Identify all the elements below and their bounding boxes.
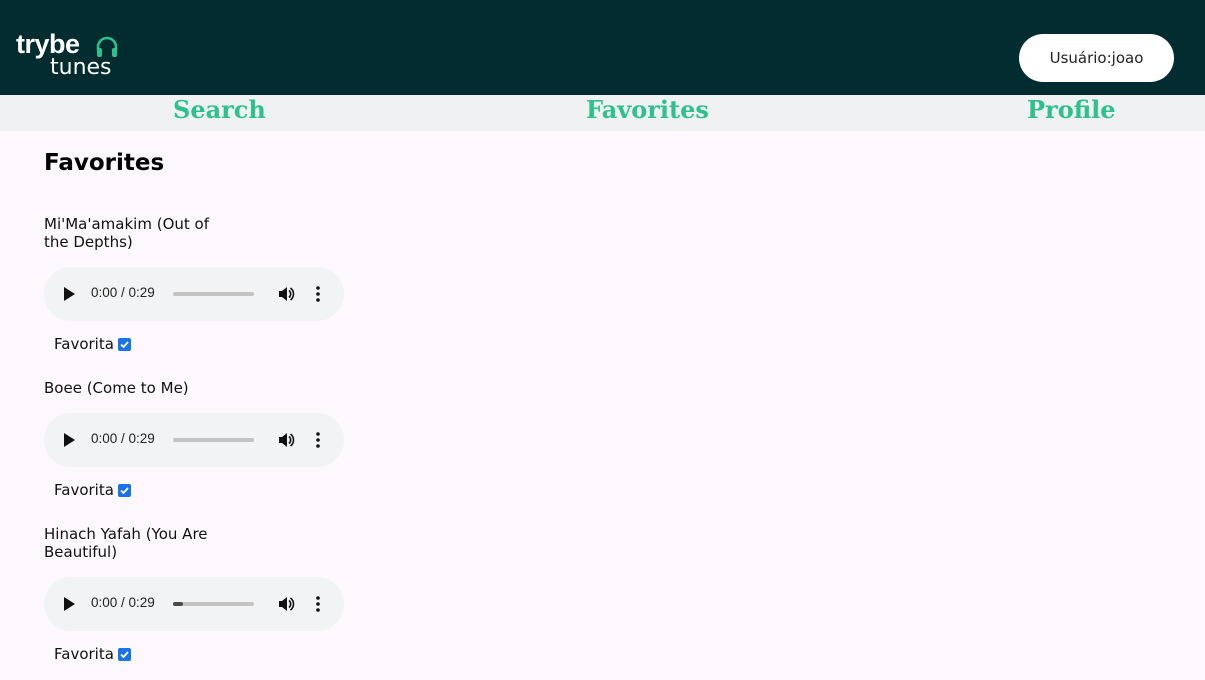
time-display: 0:00 / 0:29 — [91, 285, 155, 300]
more-vert-icon[interactable] — [316, 596, 320, 612]
track-name: Mi'Ma'amakim (Out of the Depths) — [44, 215, 209, 251]
time-display: 0:00 / 0:29 — [91, 431, 155, 446]
audio-player[interactable]: 0:00 / 0:29 — [44, 267, 344, 321]
favorite-checkbox-label[interactable]: Favorita — [54, 481, 131, 499]
app-header: trybe tunes Usuário:joao — [0, 0, 1205, 95]
volume-icon[interactable] — [277, 285, 295, 303]
nav-link-search[interactable]: Search — [173, 95, 266, 125]
time-display: 0:00 / 0:29 — [91, 595, 155, 610]
nav-link-profile[interactable]: Profile — [1027, 95, 1116, 125]
play-icon[interactable] — [64, 287, 75, 301]
track-card: Mi'Ma'amakim (Out of the Depths) 0:00 / … — [44, 215, 344, 353]
progress-slider[interactable] — [173, 602, 254, 606]
track-name: Boee (Come to Me) — [44, 379, 189, 397]
volume-icon[interactable] — [277, 431, 295, 449]
nav-link-favorites[interactable]: Favorites — [586, 95, 709, 125]
favorite-checkbox-label[interactable]: Favorita — [54, 645, 131, 663]
favorite-label: Favorita — [54, 481, 114, 499]
main-nav: Search Favorites Profile — [0, 95, 1205, 131]
favorite-checkbox-label[interactable]: Favorita — [54, 335, 131, 353]
volume-icon[interactable] — [277, 595, 295, 613]
favorite-checkbox[interactable] — [117, 337, 131, 351]
user-badge: Usuário:joao — [1019, 34, 1174, 82]
favorite-checkbox[interactable] — [117, 483, 131, 497]
audio-player[interactable]: 0:00 / 0:29 — [44, 413, 344, 467]
audio-player[interactable]: 0:00 / 0:29 — [44, 577, 344, 631]
track-card: Boee (Come to Me) 0:00 / 0:29 Favorita — [44, 379, 344, 499]
favorite-label: Favorita — [54, 645, 114, 663]
play-icon[interactable] — [64, 433, 75, 447]
more-vert-icon[interactable] — [316, 432, 320, 448]
page-title: Favorites — [44, 150, 165, 176]
favorite-checkbox[interactable] — [117, 647, 131, 661]
track-card: Hinach Yafah (You Are Beautiful) 0:00 / … — [44, 525, 344, 663]
more-vert-icon[interactable] — [316, 286, 320, 302]
favorite-label: Favorita — [54, 335, 114, 353]
play-icon[interactable] — [64, 597, 75, 611]
progress-slider[interactable] — [173, 292, 254, 296]
logo-text-tunes: tunes — [50, 55, 112, 80]
trybe-tunes-logo[interactable]: trybe tunes — [16, 29, 136, 83]
track-name: Hinach Yafah (You Are Beautiful) — [44, 525, 208, 561]
progress-fill — [173, 602, 183, 606]
progress-slider[interactable] — [173, 438, 254, 442]
